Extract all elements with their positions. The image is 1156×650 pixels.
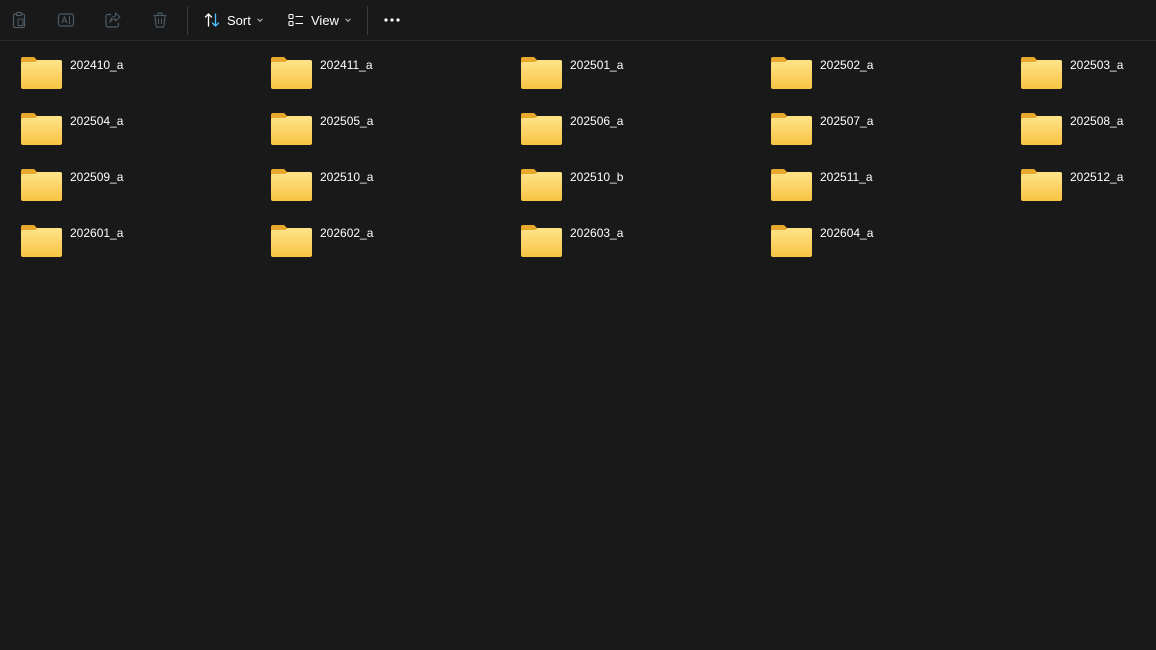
folder-item[interactable]: 202509_a xyxy=(0,154,248,206)
folder-icon xyxy=(20,168,63,202)
folder-item[interactable]: 202504_a xyxy=(0,98,248,150)
folder-item[interactable]: 202604_a xyxy=(750,210,998,262)
folder-name: 202507_a xyxy=(820,114,874,128)
clipboard-icon xyxy=(12,11,26,29)
toolbar-separator xyxy=(367,6,368,35)
folder-icon xyxy=(770,112,813,146)
folder-item[interactable]: 202601_a xyxy=(0,210,248,262)
folder-icon xyxy=(270,56,313,90)
folder-item[interactable]: 202410_a xyxy=(0,42,248,94)
folder-name: 202503_a xyxy=(1070,58,1124,72)
view-button[interactable]: View xyxy=(280,4,360,36)
folder-name: 202512_a xyxy=(1070,170,1124,184)
more-icon xyxy=(384,18,400,22)
folder-item[interactable]: 202512_a xyxy=(1000,154,1156,206)
folder-item[interactable]: 202510_b xyxy=(500,154,748,206)
folder-item[interactable]: 202411_a xyxy=(250,42,498,94)
folder-icon xyxy=(770,168,813,202)
share-button[interactable] xyxy=(95,4,131,36)
rename-button[interactable] xyxy=(48,4,84,36)
folder-icon xyxy=(20,112,63,146)
folder-item[interactable]: 202602_a xyxy=(250,210,498,262)
delete-button[interactable] xyxy=(142,4,178,36)
view-label: View xyxy=(311,12,339,28)
folder-grid: 202410_a 202411_a 202501_a 202502_a 202503_a… xyxy=(0,42,1156,650)
folder-name: 202501_a xyxy=(570,58,624,72)
folder-name: 202509_a xyxy=(70,170,124,184)
folder-item[interactable]: 202506_a xyxy=(500,98,748,150)
folder-icon xyxy=(520,168,563,202)
folder-item[interactable]: 202603_a xyxy=(500,210,748,262)
folder-icon xyxy=(770,56,813,90)
folder-name: 202504_a xyxy=(70,114,124,128)
command-bar: Sort View xyxy=(0,0,1156,41)
folder-name: 202508_a xyxy=(1070,114,1124,128)
folder-name: 202511_a xyxy=(820,170,873,184)
folder-item[interactable]: 202507_a xyxy=(750,98,998,150)
folder-icon xyxy=(270,168,313,202)
trash-icon xyxy=(153,12,167,28)
sort-icon xyxy=(204,13,220,27)
toolbar-separator xyxy=(187,6,188,35)
folder-name: 202502_a xyxy=(820,58,874,72)
folder-name: 202601_a xyxy=(70,226,124,240)
folder-item[interactable]: 202505_a xyxy=(250,98,498,150)
folder-name: 202411_a xyxy=(320,58,373,72)
paste-button[interactable] xyxy=(1,4,37,36)
sort-button[interactable]: Sort xyxy=(196,4,272,36)
folder-icon xyxy=(1020,168,1063,202)
folder-item[interactable]: 202511_a xyxy=(750,154,998,206)
sort-label: Sort xyxy=(227,12,251,28)
folder-icon xyxy=(520,56,563,90)
folder-item[interactable]: 202501_a xyxy=(500,42,748,94)
folder-item[interactable]: 202503_a xyxy=(1000,42,1156,94)
folder-item[interactable]: 202502_a xyxy=(750,42,998,94)
view-list-icon xyxy=(288,13,303,27)
folder-name: 202510_a xyxy=(320,170,374,184)
folder-icon xyxy=(520,112,563,146)
folder-item[interactable]: 202510_a xyxy=(250,154,498,206)
folder-name: 202603_a xyxy=(570,226,624,240)
folder-name: 202410_a xyxy=(70,58,124,72)
folder-icon xyxy=(270,112,313,146)
folder-name: 202505_a xyxy=(320,114,374,128)
folder-name: 202602_a xyxy=(320,226,374,240)
folder-icon xyxy=(20,224,63,258)
folder-icon xyxy=(520,224,563,258)
chevron-down-icon xyxy=(345,18,351,23)
folder-icon xyxy=(1020,56,1063,90)
folder-name: 202604_a xyxy=(820,226,874,240)
folder-name: 202506_a xyxy=(570,114,624,128)
folder-name: 202510_b xyxy=(570,170,624,184)
folder-icon xyxy=(770,224,813,258)
folder-icon xyxy=(20,56,63,90)
folder-icon xyxy=(270,224,313,258)
folder-item[interactable]: 202508_a xyxy=(1000,98,1156,150)
share-icon xyxy=(105,12,121,28)
more-options-button[interactable] xyxy=(374,4,410,36)
folder-icon xyxy=(1020,112,1063,146)
chevron-down-icon xyxy=(256,18,263,23)
rename-icon xyxy=(57,13,75,27)
